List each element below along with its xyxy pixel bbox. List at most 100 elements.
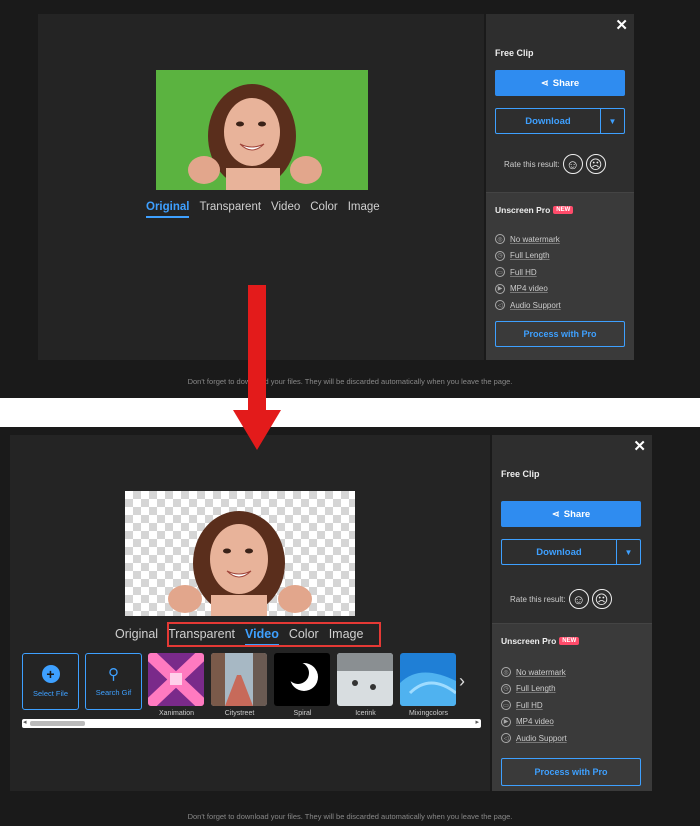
download-button-group: Download ▼ — [501, 539, 641, 565]
clock-icon: ◷ — [495, 250, 505, 261]
search-gif-label: Search Gif — [95, 687, 132, 697]
pro-title: Unscreen Pro NEW — [495, 205, 574, 215]
pro-section: Unscreen Pro NEW ◎ No watermark ◷ Full Len… — [492, 623, 652, 791]
feature-item: ◷ Full Length — [501, 681, 567, 698]
feature-item: ◎ No watermark — [495, 231, 561, 248]
thumb-image — [211, 653, 267, 706]
video-icon: ▶ — [501, 716, 511, 727]
pro-features: ◎ No watermark ◷ Full Length ▭ Full HD ▶ MP4… — [495, 231, 561, 314]
tab-image[interactable]: Image — [348, 201, 380, 218]
watermark-icon: ◎ — [501, 667, 511, 678]
thumb-image — [337, 653, 393, 706]
panel-title: Free Clip — [495, 48, 534, 58]
search-gif-button[interactable]: ⚲ Search Gif — [85, 653, 142, 710]
search-icon: ⚲ — [108, 665, 119, 683]
thumb-label: Citystreet — [224, 710, 255, 717]
tab-original[interactable]: Original — [146, 201, 190, 218]
feature-item: ◁ Audio Support — [501, 730, 567, 747]
rating-row: Rate this result: ☺ ☹ — [510, 589, 612, 609]
footer-note: Don't forget to download your files. The… — [187, 812, 513, 821]
scroll-left-icon[interactable]: ◂ — [23, 718, 27, 726]
arrow-head-icon — [233, 410, 281, 450]
speaker-icon: ◁ — [501, 733, 511, 744]
thumb-label: Icerink — [355, 710, 376, 717]
feature-item: ◷ Full Length — [495, 248, 561, 265]
pro-section: Unscreen Pro NEW ◎ No watermark ◷ Full Len… — [486, 192, 634, 360]
rate-label: Rate this result: — [510, 594, 566, 604]
background-picker: + Select File ⚲ Search Gif Xanimation Ci… — [22, 653, 465, 717]
scrollbar-thumb[interactable] — [30, 721, 85, 726]
close-icon[interactable]: ✕ — [615, 16, 628, 34]
share-button[interactable]: ⋖ Share — [501, 501, 641, 527]
sad-face-icon[interactable]: ☹ — [591, 589, 612, 609]
video-icon: ▶ — [495, 283, 505, 294]
share-label: Share — [552, 77, 580, 89]
feature-item: ▶ MP4 video — [501, 714, 567, 731]
tab-transparent[interactable]: Transparent — [199, 201, 261, 218]
thumb-label: Spiral — [293, 710, 312, 717]
select-file-button[interactable]: + Select File — [22, 653, 79, 710]
process-with-pro-button[interactable]: Process with Pro — [495, 321, 625, 347]
share-icon: ⋖ — [551, 508, 560, 520]
share-label: Share — [563, 508, 591, 520]
download-button[interactable]: Download — [502, 540, 616, 564]
download-button-group: Download ▼ — [495, 108, 625, 134]
chevron-down-icon[interactable]: ▼ — [616, 540, 640, 564]
side-panel: ✕ Free Clip ⋖ Share Download ▼ Rate this… — [492, 435, 652, 791]
output-tabs: Original Transparent Video Color Image — [146, 201, 380, 218]
person-image — [168, 511, 312, 616]
thumb-label: Mixingcolors — [409, 710, 448, 717]
tab-original[interactable]: Original — [115, 627, 158, 646]
background-thumb-citystreet[interactable]: Citystreet — [211, 653, 268, 717]
feature-item: ▭ Full HD — [495, 264, 561, 281]
hd-icon: ▭ — [501, 700, 511, 711]
scroll-right-icon[interactable]: ▸ — [475, 718, 479, 726]
background-thumb-spiral[interactable]: Spiral — [274, 653, 331, 717]
pro-title: Unscreen Pro NEW — [501, 636, 580, 646]
chevron-right-icon[interactable]: › — [459, 671, 465, 692]
tabs-highlight-box — [167, 622, 381, 647]
clock-icon: ◷ — [501, 683, 511, 694]
new-badge: NEW — [559, 637, 580, 645]
person-image — [156, 70, 368, 190]
share-icon: ⋖ — [540, 77, 549, 89]
feature-item: ▶ MP4 video — [495, 281, 561, 298]
plus-icon: + — [41, 665, 60, 683]
tab-video[interactable]: Video — [271, 201, 300, 218]
happy-face-icon[interactable]: ☺ — [568, 589, 589, 609]
hd-icon: ▭ — [495, 267, 505, 278]
share-button[interactable]: ⋖ Share — [495, 70, 625, 96]
new-badge: NEW — [553, 206, 574, 214]
background-thumb-xanimation[interactable]: Xanimation — [148, 653, 205, 717]
watermark-icon: ◎ — [495, 234, 505, 245]
close-icon[interactable]: ✕ — [633, 437, 646, 455]
pro-title-text: Unscreen Pro — [501, 636, 557, 646]
feature-item: ◎ No watermark — [501, 664, 567, 681]
tab-color[interactable]: Color — [310, 201, 337, 218]
thumb-image — [148, 653, 204, 706]
feature-item: ▭ Full HD — [501, 697, 567, 714]
process-with-pro-button[interactable]: Process with Pro — [501, 758, 641, 786]
background-thumb-icerink[interactable]: Icerink — [337, 653, 394, 717]
thumb-image — [400, 653, 456, 706]
video-preview-original — [156, 70, 368, 190]
download-button[interactable]: Download — [496, 109, 600, 133]
background-thumb-mixingcolors[interactable]: Mixingcolors — [400, 653, 457, 717]
select-file-label: Select File — [32, 689, 68, 698]
horizontal-scrollbar[interactable]: ◂ ▸ — [22, 719, 481, 728]
happy-face-icon[interactable]: ☺ — [562, 154, 583, 174]
video-preview-transparent — [125, 491, 355, 616]
arrow-down-icon — [248, 285, 266, 413]
rate-label: Rate this result: — [504, 159, 560, 169]
chevron-down-icon[interactable]: ▼ — [600, 109, 624, 133]
top-screenshot: Original Transparent Video Color Image ✕… — [0, 0, 700, 398]
rating-row: Rate this result: ☺ ☹ — [504, 154, 606, 174]
pro-features: ◎ No watermark ◷ Full Length ▭ Full HD ▶ MP4… — [501, 664, 567, 747]
thumb-image — [274, 653, 330, 706]
speaker-icon: ◁ — [495, 300, 505, 311]
side-panel: ✕ Free Clip ⋖ Share Download ▼ Rate this… — [486, 14, 634, 360]
sad-face-icon[interactable]: ☹ — [585, 154, 606, 174]
panel-title: Free Clip — [501, 469, 540, 479]
footer-note: Don't forget to download your files. The… — [187, 377, 513, 386]
pro-title-text: Unscreen Pro — [495, 205, 551, 215]
